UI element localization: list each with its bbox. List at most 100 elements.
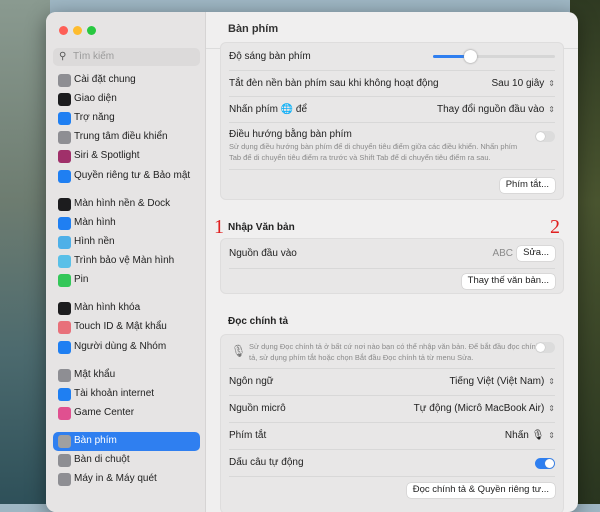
sidebar-item-label: Quyền riêng tư & Bảo mật bbox=[74, 170, 191, 181]
zoom-button[interactable] bbox=[87, 26, 96, 35]
sidebar-item[interactable]: Tài khoản internet bbox=[53, 385, 200, 404]
search-input[interactable]: ⚲ Tìm kiếm bbox=[53, 48, 200, 66]
sidebar-item-label: Màn hình nền & Dock bbox=[74, 198, 171, 209]
hand-icon bbox=[58, 170, 71, 183]
keyboard-card: Độ sáng bàn phím Tắt đèn nền bàn phím sa… bbox=[220, 42, 564, 200]
search-icon: ⚲ bbox=[59, 51, 67, 62]
fingerprint-icon bbox=[58, 321, 71, 334]
dictation-privacy-button[interactable]: Đọc chính tả & Quyền riêng tư... bbox=[406, 483, 555, 498]
sidebar-item[interactable]: Siri & Spotlight bbox=[53, 147, 200, 166]
control-center-icon bbox=[58, 131, 71, 144]
lock-icon bbox=[58, 302, 71, 315]
sidebar-item-label: Giao diện bbox=[74, 93, 117, 104]
desktop-wallpaper bbox=[0, 0, 50, 504]
sidebar-item[interactable]: Game Center bbox=[53, 404, 200, 423]
dictation-card: 🎙 Sử dụng Đọc chính tả ở bất cứ nơi nào … bbox=[220, 334, 564, 512]
sidebar-item[interactable]: Người dùng & Nhóm bbox=[53, 338, 200, 357]
keyboard-nav-description: Sử dụng điều hướng bàn phím để di chuyển… bbox=[229, 142, 518, 162]
auto-punctuation-label: Dấu câu tự động bbox=[229, 457, 304, 468]
sidebar-item[interactable]: Pin bbox=[53, 271, 200, 290]
sidebar-item[interactable]: Hình nền bbox=[53, 233, 200, 252]
sidebar-item-label: Mật khẩu bbox=[74, 369, 116, 380]
sidebar-item[interactable]: Màn hình khóa bbox=[53, 299, 200, 318]
press-key-select[interactable]: Thay đổi nguồn đầu vào ⇕ bbox=[437, 104, 555, 115]
settings-window: ⚲ Tìm kiếm Cài đặt chung Giao diện Trợ năng… bbox=[46, 12, 578, 512]
dictation-shortcut-select[interactable]: Nhấn 🎙 ⇕ bbox=[505, 430, 555, 441]
chevron-updown-icon: ⇕ bbox=[548, 79, 555, 88]
sidebar-item-label: Tài khoản internet bbox=[74, 388, 155, 399]
sidebar-item[interactable]: Trung tâm điều khiển bbox=[53, 128, 200, 147]
page-title: Bàn phím bbox=[228, 23, 279, 35]
printer-icon bbox=[58, 473, 71, 486]
screensaver-icon bbox=[58, 255, 71, 268]
sidebar-item[interactable]: Màn hình bbox=[53, 214, 200, 233]
chevron-updown-icon: ⇕ bbox=[548, 431, 555, 440]
sidebar-item-label: Siri & Spotlight bbox=[74, 150, 140, 161]
chevron-updown-icon: ⇕ bbox=[548, 105, 555, 114]
sidebar-item[interactable]: Bàn phím bbox=[53, 432, 200, 451]
close-button[interactable] bbox=[59, 26, 68, 35]
users-icon bbox=[58, 341, 71, 354]
slider-knob[interactable] bbox=[463, 50, 477, 63]
keyboard-shortcuts-button[interactable]: Phím tắt... bbox=[499, 178, 555, 193]
gear-icon bbox=[58, 74, 71, 87]
sidebar-item[interactable]: Quyền riêng tư & Bảo mật bbox=[53, 167, 200, 186]
game-center-icon bbox=[58, 407, 71, 420]
sidebar-item-label: Trợ năng bbox=[74, 112, 115, 123]
dictation-heading: Đọc chính tả bbox=[228, 316, 289, 327]
accessibility-icon bbox=[58, 112, 71, 125]
sidebar-item-label: Cài đặt chung bbox=[74, 74, 136, 85]
sidebar-item-label: Trình bảo vệ Màn hình bbox=[74, 255, 175, 266]
sidebar-item-label: Hình nền bbox=[74, 236, 115, 247]
sidebar-item-label: Máy in & Máy quét bbox=[74, 473, 157, 484]
chevron-updown-icon: ⇕ bbox=[548, 377, 555, 386]
sidebar: ⚲ Tìm kiếm Cài đặt chung Giao diện Trợ năng… bbox=[46, 12, 206, 512]
microphone-icon: 🎙 bbox=[231, 344, 247, 358]
search-placeholder: Tìm kiếm bbox=[73, 51, 115, 62]
text-replacements-button[interactable]: Thay thế văn bản... bbox=[461, 274, 555, 289]
wallpaper-icon bbox=[58, 236, 71, 249]
sidebar-item-label: Touch ID & Mật khẩu bbox=[74, 321, 167, 332]
sidebar-item[interactable]: Giao diện bbox=[53, 90, 200, 109]
edit-input-sources-button[interactable]: Sửa... bbox=[517, 246, 555, 261]
sidebar-item[interactable]: Trợ năng bbox=[53, 109, 200, 128]
sidebar-item-label: Màn hình bbox=[74, 217, 116, 228]
dock-icon bbox=[58, 198, 71, 211]
text-input-heading: Nhập Văn bản bbox=[228, 222, 295, 233]
key-icon bbox=[58, 369, 71, 382]
sidebar-item-label: Bàn di chuột bbox=[74, 454, 130, 465]
sidebar-item[interactable]: Trình bảo vệ Màn hình bbox=[53, 252, 200, 271]
mic-source-select[interactable]: Tự động (Micrô MacBook Air) ⇕ bbox=[414, 403, 555, 414]
sidebar-item-label: Người dùng & Nhóm bbox=[74, 341, 167, 352]
minimize-button[interactable] bbox=[73, 26, 82, 35]
annotation-1: 1 bbox=[214, 216, 224, 238]
sidebar-item-label: Bàn phím bbox=[74, 435, 117, 446]
annotation-2: 2 bbox=[550, 216, 560, 238]
keyboard-nav-label: Điều hướng bằng bàn phím bbox=[229, 129, 352, 140]
language-select[interactable]: Tiếng Việt (Việt Nam) ⇕ bbox=[449, 376, 555, 387]
text-input-card: Nguồn đầu vào ABC Sửa... Thay thế văn bả… bbox=[220, 238, 564, 294]
sidebar-item[interactable]: Màn hình nền & Dock bbox=[53, 195, 200, 214]
brightness-slider[interactable] bbox=[433, 50, 555, 63]
sidebar-item[interactable]: Touch ID & Mật khẩu bbox=[53, 318, 200, 337]
sidebar-item-label: Trung tâm điều khiển bbox=[74, 131, 168, 142]
sidebar-item[interactable]: Bàn di chuột bbox=[53, 451, 200, 470]
keyboard-nav-toggle[interactable] bbox=[535, 131, 555, 142]
sidebar-item-label: Pin bbox=[74, 274, 89, 285]
content-pane: Bàn phím Độ sáng bàn phím Tắt đèn nền bà… bbox=[206, 12, 578, 512]
sidebar-item[interactable]: Cài đặt chung bbox=[53, 71, 200, 90]
dictation-toggle[interactable] bbox=[535, 342, 555, 353]
auto-punctuation-toggle[interactable] bbox=[535, 458, 555, 469]
sidebar-item-label: Game Center bbox=[74, 407, 135, 418]
sidebar-item[interactable]: Mật khẩu bbox=[53, 366, 200, 385]
siri-icon bbox=[58, 150, 71, 163]
at-icon bbox=[58, 388, 71, 401]
chevron-updown-icon: ⇕ bbox=[548, 404, 555, 413]
dictation-description: Sử dụng Đọc chính tả ở bất cứ nơi nào bạ… bbox=[249, 342, 540, 362]
input-source-value: ABC bbox=[492, 248, 513, 259]
battery-icon bbox=[58, 274, 71, 287]
keyboard-icon bbox=[58, 435, 71, 448]
sidebar-item[interactable]: Máy in & Máy quét bbox=[53, 470, 200, 489]
sidebar-item-label: Màn hình khóa bbox=[74, 302, 141, 313]
backlight-off-select[interactable]: Sau 10 giây ⇕ bbox=[491, 78, 555, 89]
